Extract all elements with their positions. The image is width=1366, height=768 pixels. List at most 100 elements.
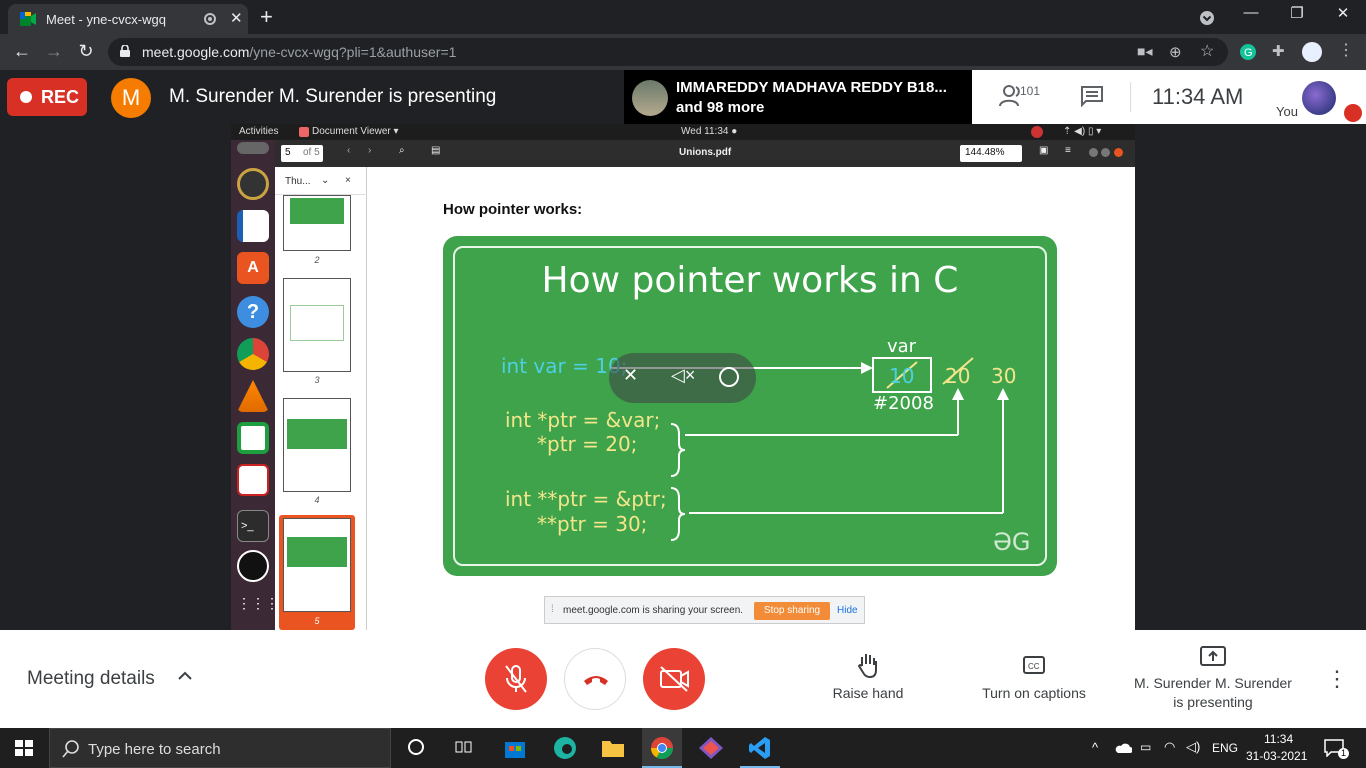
dock-rhythmbox-icon[interactable] [237,168,269,200]
bookmark-star-icon[interactable]: ☆ [1200,41,1214,61]
dock-files-icon[interactable] [237,142,269,154]
hamburger-menu-icon[interactable]: ≡ [1065,145,1071,156]
volume-off-icon[interactable]: ◁× [671,365,695,386]
browser-tab[interactable]: Meet - yne-cvcx-wgq ✕ [8,4,248,34]
reload-icon[interactable]: ↻ [74,41,98,62]
sidebar-close-icon[interactable]: × [345,175,351,186]
camera-permission-icon[interactable]: ■◂ [1137,43,1152,60]
raise-hand-icon[interactable] [856,652,880,678]
dock-obs-icon[interactable] [237,550,269,582]
minimize-icon[interactable]: — [1236,4,1266,21]
presenting-label-2[interactable]: is presenting [1122,694,1304,710]
gnome-clock[interactable]: Wed 11:34 ● [681,126,737,137]
view-mode-icon[interactable]: ▣ [1039,145,1048,156]
dock-software-icon[interactable]: A [237,252,269,284]
taskbar-clock[interactable]: 11:34 [1264,732,1293,746]
grammarly-extension-icon[interactable]: G [1240,44,1256,60]
window-maximize-icon[interactable] [1101,148,1110,157]
page-heading: How pointer works: [443,201,583,218]
camera-off-button[interactable] [643,648,705,710]
drag-handle-icon[interactable]: ⁞ [551,604,554,615]
windows-start-icon[interactable] [15,740,33,756]
chat-icon[interactable] [1080,85,1104,107]
system-tray-icons[interactable]: ⇡ ◀) ▯ ▾ [1063,126,1101,137]
code-pptr-assign: **ptr = 30; [537,512,648,536]
meeting-details-button[interactable]: Meeting details [27,668,155,690]
restore-icon[interactable]: ❐ [1282,4,1312,22]
task-view-icon[interactable] [455,739,473,755]
forward-icon[interactable]: → [42,41,66,62]
search-icon [62,740,79,758]
dock-chrome-icon[interactable] [237,338,269,370]
battery-icon[interactable]: ▭ [1140,740,1151,754]
store-icon[interactable] [502,736,528,760]
show-apps-icon[interactable]: ⋮⋮⋮ [237,596,279,628]
next-page-icon[interactable]: › [368,145,371,156]
window-minimize-icon[interactable] [1089,148,1098,157]
tab-search-icon[interactable] [1199,10,1215,26]
dock-calc-icon[interactable] [237,422,269,454]
app-menu[interactable]: Document Viewer ▾ [312,126,399,137]
sidebar-tab-select[interactable]: Thu... [285,176,311,187]
mic-off-button[interactable] [485,648,547,710]
tray-overflow-icon[interactable]: ^ [1092,740,1098,755]
captions-label[interactable]: Turn on captions [964,685,1104,701]
notification-badge: 1 [1338,748,1349,759]
captions-icon[interactable]: CC [1023,656,1045,674]
more-options-icon[interactable]: ⋮ [1326,666,1348,692]
stop-sharing-button[interactable]: Stop sharing [754,602,830,620]
leave-call-button[interactable] [564,648,626,710]
dock-document-viewer-icon[interactable] [237,464,269,496]
file-explorer-icon[interactable] [600,736,626,760]
thumbnail-page-4[interactable] [283,398,351,492]
new-tab-icon[interactable]: + [260,4,273,30]
back-icon[interactable]: ← [10,41,34,62]
volume-icon[interactable]: ◁) [1186,739,1200,755]
participant-tile[interactable]: IMMAREDDY MADHAVA REDDY B18... and 98 mo… [624,70,972,124]
taskbar-date[interactable]: 31-03-2021 [1246,749,1307,763]
close-window-icon[interactable]: ✕ [1328,4,1358,22]
dock-help-icon[interactable]: ? [237,296,269,328]
thumbnail-page-2[interactable] [283,195,351,251]
chevron-down-icon[interactable]: ⌄ [321,175,329,186]
dock-terminal-icon[interactable]: >_ [237,510,269,542]
chevron-up-icon[interactable] [177,668,193,684]
prev-page-icon[interactable]: ‹ [347,145,350,156]
recording-badge[interactable]: REC [7,78,87,116]
pin-off-icon[interactable]: ✕ [623,365,638,386]
browser-menu-icon[interactable]: ⋮ [1338,40,1354,60]
dock-writer-icon[interactable] [237,210,269,242]
record-dot-icon [20,91,32,103]
vscode-taskbar-button[interactable] [740,728,780,768]
chrome-taskbar-button[interactable] [642,728,682,768]
present-screen-icon[interactable] [1200,646,1226,666]
page-number-input[interactable]: 5 [285,147,291,158]
git-tool-icon[interactable] [698,736,724,760]
remove-icon[interactable] [719,367,739,387]
language-indicator[interactable]: ENG [1212,741,1238,755]
raise-hand-label[interactable]: Raise hand [818,685,918,701]
omnibox[interactable]: meet.google.com/yne-cvcx-wgq?pli=1&authu… [108,38,1228,66]
hide-button[interactable]: Hide [837,605,858,616]
onedrive-icon[interactable] [1114,742,1132,754]
sidebar-header: Thu... ⌄ × [275,167,367,195]
obs-tray-icon[interactable] [1031,126,1043,138]
presenting-label-1[interactable]: M. Surender M. Surender [1122,675,1304,691]
activities-button[interactable]: Activities [239,126,278,137]
extensions-icon[interactable]: ✚ [1272,42,1285,60]
thumbnail-page-5[interactable] [283,518,351,612]
search-icon[interactable]: ⌕ [399,145,405,156]
zoom-icon[interactable]: ⊕ [1169,43,1182,61]
taskbar-search-box[interactable]: Type here to search [49,728,391,768]
profile-avatar[interactable] [1302,42,1322,62]
svg-text:G: G [1244,47,1253,59]
self-avatar[interactable] [1302,81,1336,115]
dock-vlc-icon[interactable] [237,380,269,412]
edge-icon[interactable] [552,736,578,760]
annotations-icon[interactable]: ▤ [431,145,440,156]
close-tab-icon[interactable]: ✕ [230,9,243,27]
thumbnail-page-3[interactable] [283,278,351,372]
wifi-icon[interactable]: ◠ [1164,739,1175,755]
window-close-icon[interactable] [1114,148,1123,157]
cortana-icon[interactable] [408,739,424,755]
